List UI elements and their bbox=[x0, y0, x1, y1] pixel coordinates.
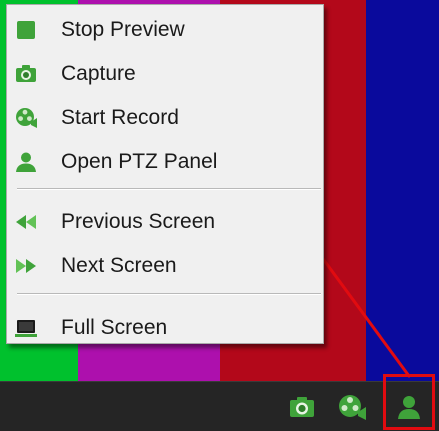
next-arrow-icon bbox=[16, 259, 36, 273]
camera-icon bbox=[16, 65, 36, 82]
menu-item-start-record[interactable]: Start Record bbox=[7, 97, 323, 137]
menu-item-open-ptz-panel[interactable]: Open PTZ Panel bbox=[7, 141, 323, 181]
menu-item-label: Full Screen bbox=[61, 316, 168, 339]
menu-item-label: Previous Screen bbox=[61, 210, 216, 233]
toolbar-capture-button[interactable] bbox=[285, 390, 319, 424]
menu-item-stop-preview[interactable]: Stop Preview bbox=[7, 9, 323, 49]
ptz-person-icon bbox=[16, 152, 36, 172]
menu-separator bbox=[17, 293, 321, 295]
menu-separator bbox=[17, 188, 321, 190]
context-menu: Stop Preview Capture Start Record Open P… bbox=[6, 4, 324, 344]
camera-icon bbox=[290, 397, 314, 417]
menu-item-full-screen[interactable]: Full Screen bbox=[7, 307, 323, 347]
toolbar-record-button[interactable] bbox=[335, 390, 369, 424]
menu-item-label: Stop Preview bbox=[61, 18, 185, 41]
menu-item-label: Capture bbox=[61, 62, 136, 85]
monitor-icon bbox=[15, 320, 37, 337]
menu-item-next-screen[interactable]: Next Screen bbox=[7, 245, 323, 285]
previous-arrow-icon bbox=[16, 215, 36, 229]
toolbar-ptz-button[interactable] bbox=[392, 390, 426, 424]
stop-preview-icon bbox=[17, 21, 35, 39]
menu-item-label: Open PTZ Panel bbox=[61, 150, 218, 173]
menu-item-label: Next Screen bbox=[61, 254, 177, 277]
menu-item-previous-screen[interactable]: Previous Screen bbox=[7, 201, 323, 241]
menu-item-label: Start Record bbox=[61, 106, 179, 129]
video-camera-icon bbox=[16, 108, 37, 128]
menu-item-capture[interactable]: Capture bbox=[7, 53, 323, 93]
video-camera-icon bbox=[339, 395, 366, 420]
screenshot-frame: Stop Preview Capture Start Record Open P… bbox=[0, 0, 439, 431]
ptz-person-icon bbox=[398, 396, 420, 419]
preview-toolbar bbox=[0, 381, 439, 431]
color-bar-blue bbox=[366, 0, 439, 381]
